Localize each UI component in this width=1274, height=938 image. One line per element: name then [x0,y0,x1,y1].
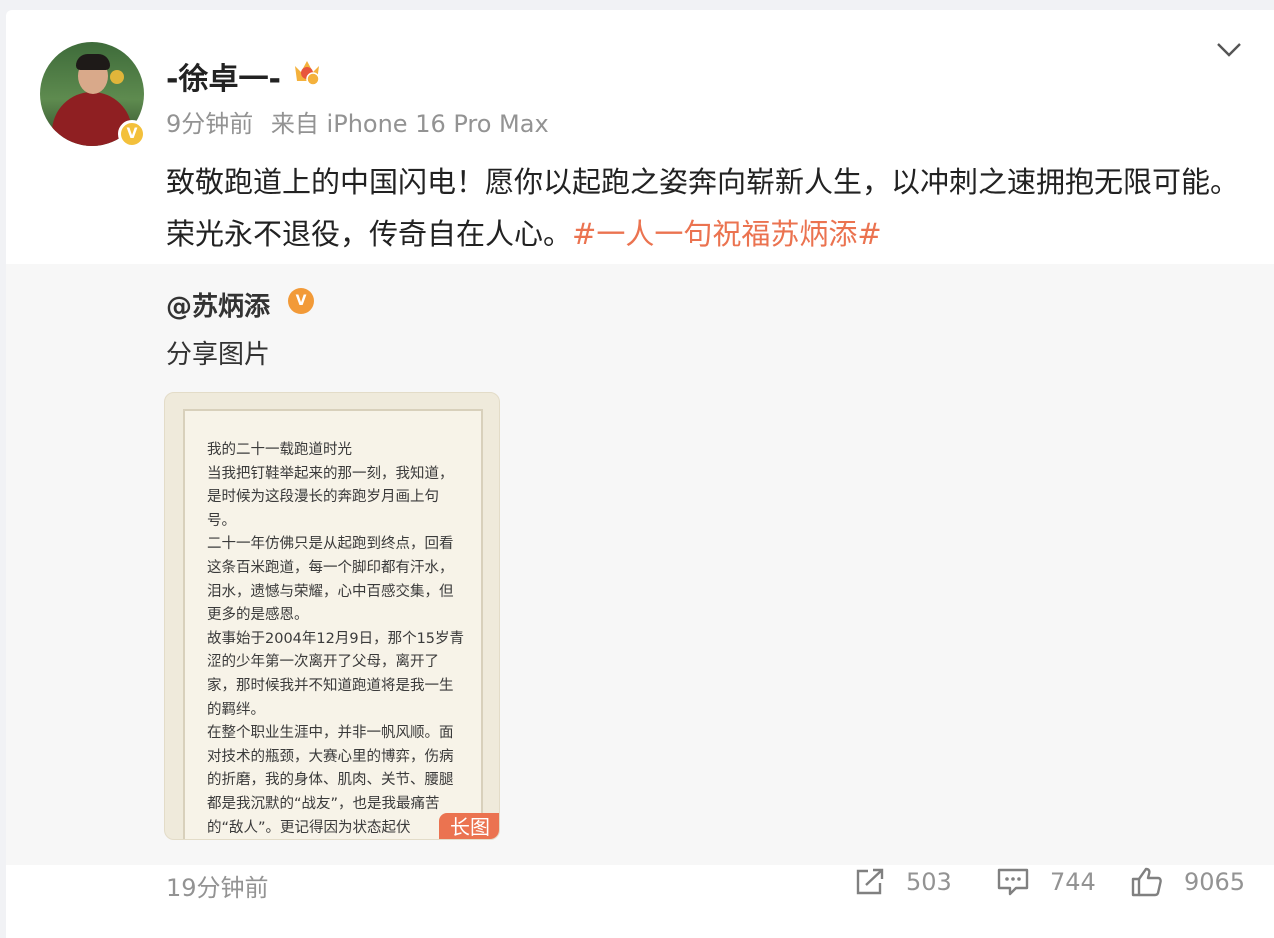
crown-badge-icon[interactable] [292,56,322,86]
weibo-post-card: V -徐卓一- 9分钟前 来自 iPhone 16 Pro Max 致敬跑道上的… [6,10,1274,938]
image-line: 我的二十一载跑道时光 [207,442,352,458]
hashtag-link[interactable]: #一人一句祝福苏炳添# [572,217,882,251]
image-text: 我的二十一载跑道时光 当我把钉鞋举起来的那一刻，我知道，是时候为这段漫长的奔跑岁… [207,439,465,839]
post-source: 来自 iPhone 16 Pro Max [270,110,549,138]
repost-button[interactable]: 503 [854,862,952,902]
retweet-time[interactable]: 19分钟前 [166,868,269,903]
comment-icon [997,868,1029,896]
post-text: 致敬跑道上的中国闪电！愿你以起跑之姿奔向崭新人生，以冲刺之速拥抱无限可能。荣光永… [166,156,1246,260]
comment-count: 744 [1050,868,1096,896]
like-icon [1131,867,1162,897]
post-meta: 9分钟前 来自 iPhone 16 Pro Max [166,104,559,139]
long-image-badge: 长图 [439,813,499,839]
like-button[interactable]: 9065 [1130,862,1245,902]
image-line: 在整个职业生涯中，并非一帆风顺。面对技术的瓶颈，大赛心里的博弈，伤病的折磨，我的… [207,725,454,836]
like-count: 9065 [1184,868,1246,896]
image-line: 二十一年仿佛只是从起跑到终点，回看这条百米跑道，每一个脚印都有汗水，泪水，遗憾与… [207,536,454,624]
retweet-verified-icon: V [288,288,314,314]
user-name[interactable]: -徐卓一- [166,54,281,98]
comment-button[interactable]: 744 [996,862,1096,902]
retweet-block[interactable]: @苏炳添 V 分享图片 我的二十一载跑道时光 当我把钉鞋举起来的那一刻，我知道，… [6,264,1274,902]
repost-icon [856,868,884,895]
long-image-thumbnail[interactable]: 我的二十一载跑道时光 当我把钉鞋举起来的那一刻，我知道，是时候为这段漫长的奔跑岁… [164,392,500,840]
repost-count: 503 [906,868,952,896]
verified-badge-icon: V [118,120,146,148]
retweet-user[interactable]: @苏炳添 [166,286,270,323]
post-time[interactable]: 9分钟前 [166,110,253,138]
image-line: 当我把钉鞋举起来的那一刻，我知道，是时候为这段漫长的奔跑岁月画上句号。 [207,465,454,529]
chevron-down-icon[interactable] [1214,38,1244,62]
image-line: 故事始于2004年12月9日，那个15岁青涩的少年第一次离开了父母，离开了家，那… [207,630,465,718]
retweet-text: 分享图片 [166,340,271,370]
